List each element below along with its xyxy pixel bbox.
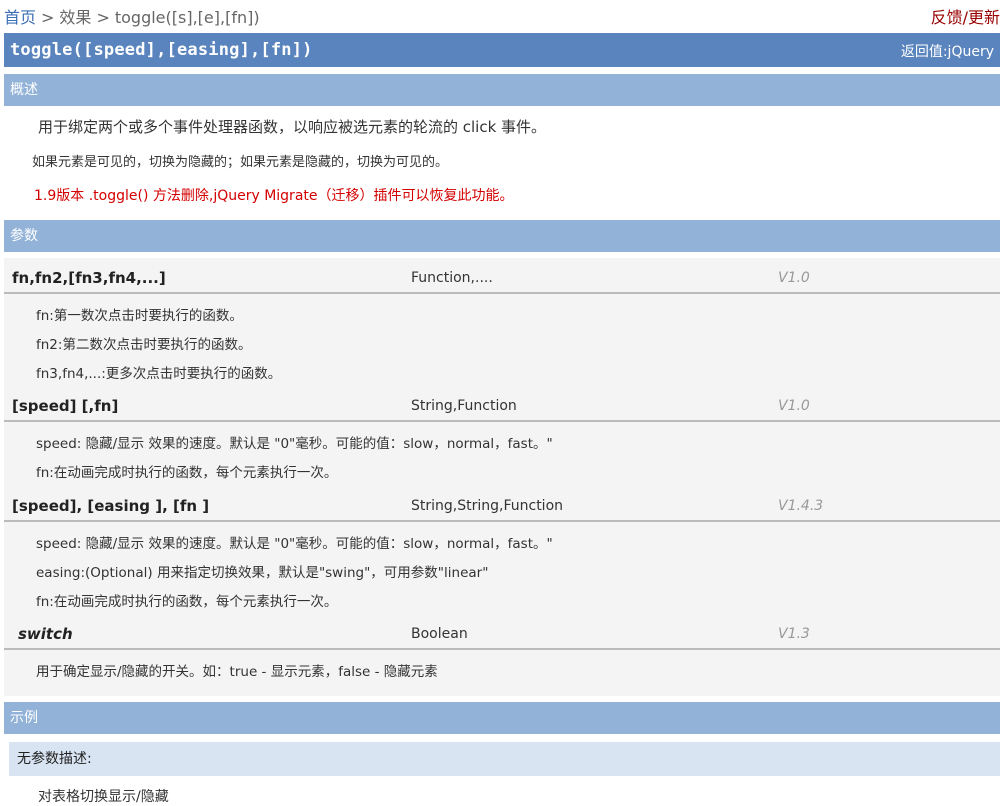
params-table: fn,fn2,[fn3,fn4,...] Function,.... V1.0 …: [4, 258, 1000, 696]
overview-text: 用于绑定两个或多个事件处理器函数，以响应被选元素的轮流的 click 事件。: [38, 118, 547, 136]
param-type: String,String,Function: [411, 498, 564, 514]
param-version: V1.0: [778, 398, 810, 414]
param-name: [speed] [,fn]: [12, 397, 119, 415]
top-bar: 首页 > 效果 > toggle([s],[e],[fn]) 反馈/更新: [4, 0, 1004, 30]
breadcrumb-separator: >: [96, 8, 110, 27]
feedback-link[interactable]: 反馈/更新: [931, 4, 1000, 28]
breadcrumb-effects-link[interactable]: 效果: [59, 8, 91, 27]
breadcrumb-current: toggle([s],[e],[fn]): [114, 8, 260, 27]
title-bar: toggle([speed],[easing],[fn]) 返回值:jQuery: [4, 33, 1000, 67]
example-subtitle: 无参数描述:: [9, 742, 1000, 776]
example-text: 对表格切换显示/隐藏: [38, 789, 169, 805]
deprecation-notice: 1.9版本 .toggle() 方法删除,jQuery Migrate（迁移）插…: [34, 188, 514, 204]
param-desc-line: speed: 隐藏/显示 效果的速度。默认是 "0"毫秒。可能的值：slow，n…: [36, 536, 553, 552]
method-signature: toggle([speed],[easing],[fn]): [10, 40, 313, 60]
param-name: switch: [18, 625, 73, 643]
param-desc-line: fn:在动画完成时执行的函数，每个元素执行一次。: [36, 594, 338, 610]
breadcrumb-home-link[interactable]: 首页: [4, 8, 36, 27]
section-overview-header: 概述: [4, 74, 1000, 106]
param-desc-line: fn2:第二数次点击时要执行的函数。: [36, 337, 252, 353]
param-version: V1.3: [778, 626, 810, 642]
param-type: Boolean: [411, 626, 468, 642]
param-row: fn,fn2,[fn3,fn4,...] Function,.... V1.0: [4, 264, 1000, 294]
param-version: V1.0: [778, 270, 810, 286]
param-version: V1.4.3: [778, 498, 824, 514]
param-row: switch Boolean V1.3: [4, 620, 1000, 650]
section-params-header: 参数: [4, 220, 1000, 252]
param-desc-line: fn:在动画完成时执行的函数，每个元素执行一次。: [36, 465, 338, 481]
section-example-header: 示例: [4, 702, 1000, 734]
param-type: String,Function: [411, 398, 517, 414]
param-row: [speed], [easing ], [fn ] String,String,…: [4, 492, 1000, 522]
param-name: fn,fn2,[fn3,fn4,...]: [12, 269, 166, 287]
param-desc-line: fn:第一数次点击时要执行的函数。: [36, 308, 243, 324]
param-row: [speed] [,fn] String,Function V1.0: [4, 392, 1000, 422]
param-name: [speed], [easing ], [fn ]: [12, 497, 210, 515]
overview-detail: 如果元素是可见的，切换为隐藏的；如果元素是隐藏的，切换为可见的。: [32, 155, 449, 170]
param-desc-line: fn3,fn4,...:更多次点击时要执行的函数。: [36, 366, 282, 382]
param-desc-line: easing:(Optional) 用来指定切换效果，默认是"swing"，可用…: [36, 565, 489, 581]
return-value: 返回值:jQuery: [900, 44, 994, 60]
param-type: Function,....: [411, 270, 493, 286]
breadcrumb: 首页 > 效果 > toggle([s],[e],[fn]): [4, 4, 260, 28]
param-desc-line: speed: 隐藏/显示 效果的速度。默认是 "0"毫秒。可能的值：slow，n…: [36, 436, 553, 452]
breadcrumb-separator: >: [41, 8, 55, 27]
param-desc-line: 用于确定显示/隐藏的开关。如：true - 显示元素，false - 隐藏元素: [36, 664, 438, 680]
